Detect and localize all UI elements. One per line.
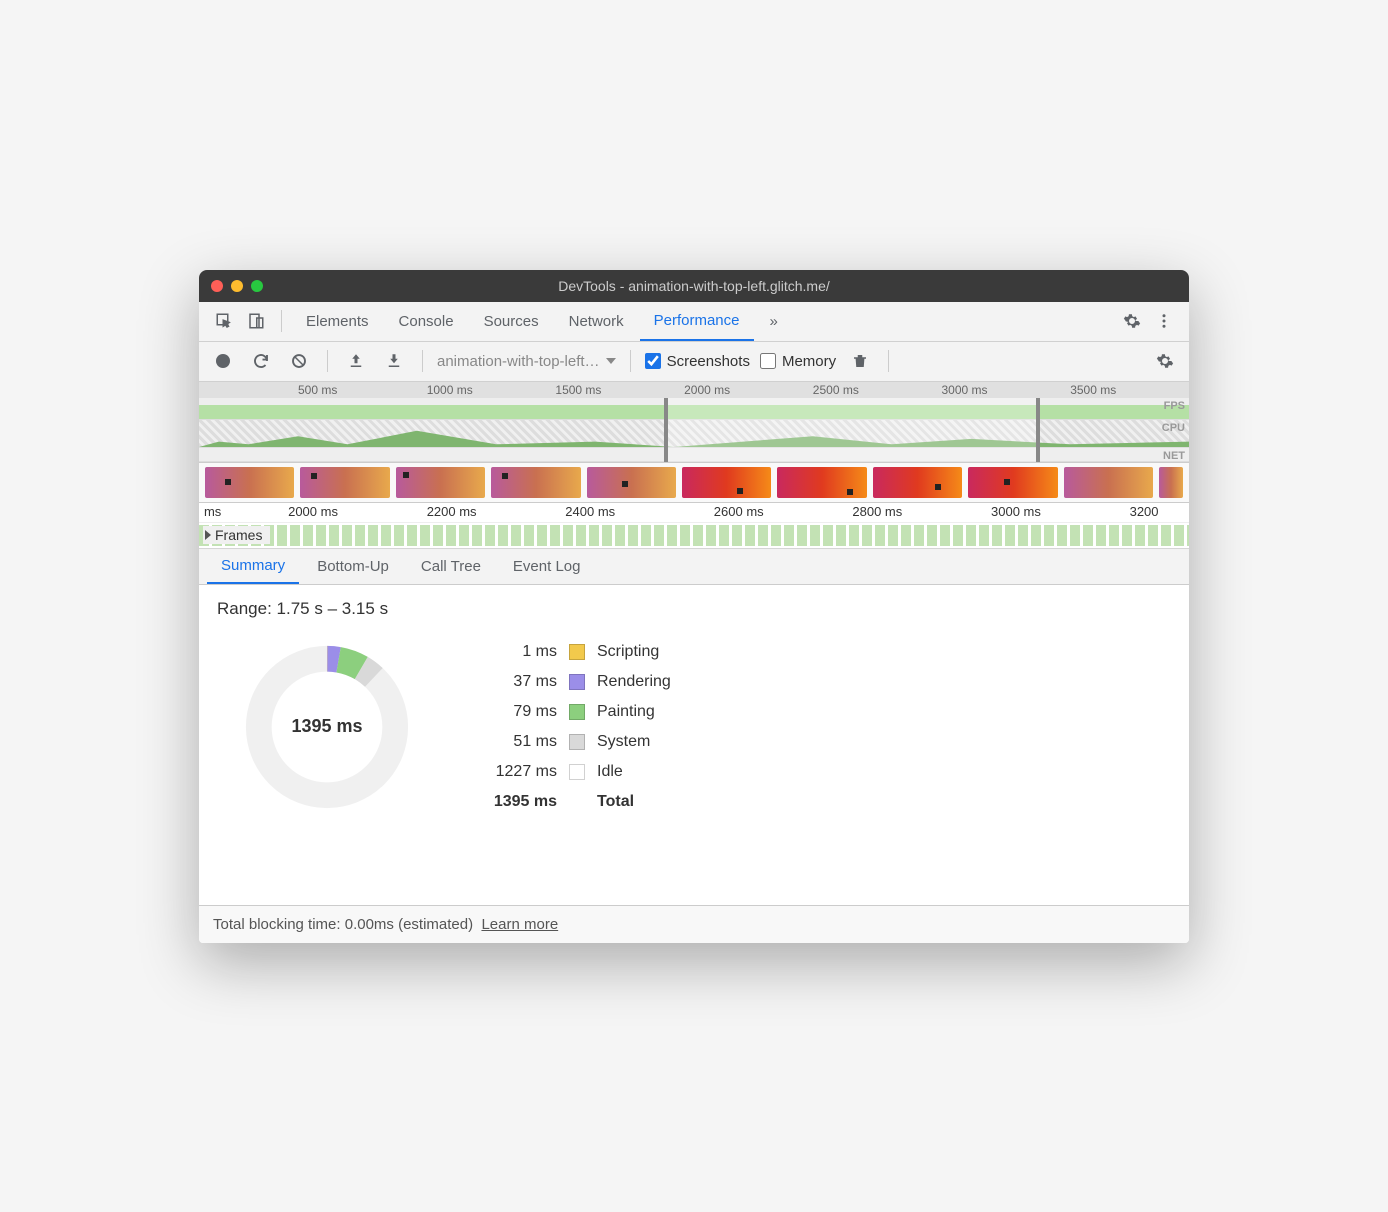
screenshot-thumb[interactable] bbox=[777, 467, 866, 498]
kebab-menu-icon[interactable] bbox=[1149, 306, 1179, 336]
subtab-eventlog[interactable]: Event Log bbox=[499, 548, 595, 584]
tab-elements[interactable]: Elements bbox=[292, 301, 383, 341]
screenshot-thumb[interactable] bbox=[300, 467, 389, 498]
tab-sources[interactable]: Sources bbox=[470, 301, 553, 341]
maximize-icon[interactable] bbox=[251, 280, 263, 292]
summary-pane: Range: 1.75 s – 3.15 s 1395 ms 1 msScrip… bbox=[199, 585, 1189, 905]
frames-track[interactable]: Frames bbox=[199, 523, 1189, 549]
screenshot-thumb[interactable] bbox=[491, 467, 580, 498]
tab-network[interactable]: Network bbox=[555, 301, 638, 341]
donut-center-label: 1395 ms bbox=[237, 637, 417, 817]
reload-button[interactable] bbox=[247, 347, 275, 375]
load-profile-button[interactable] bbox=[342, 347, 370, 375]
legend-total: 1395 msTotal bbox=[477, 787, 671, 817]
footer: Total blocking time: 0.00ms (estimated) … bbox=[199, 905, 1189, 943]
subtab-calltree[interactable]: Call Tree bbox=[407, 548, 495, 584]
legend-row: 51 msSystem bbox=[477, 727, 671, 757]
tab-performance[interactable]: Performance bbox=[640, 301, 754, 341]
recording-selector[interactable]: animation-with-top-left… bbox=[437, 353, 616, 370]
record-button[interactable] bbox=[209, 347, 237, 375]
screenshot-thumb[interactable] bbox=[682, 467, 771, 498]
capture-settings-icon[interactable] bbox=[1151, 347, 1179, 375]
window-title: DevTools - animation-with-top-left.glitc… bbox=[558, 278, 830, 294]
subtab-bottomup[interactable]: Bottom-Up bbox=[303, 548, 403, 584]
gc-button[interactable] bbox=[846, 347, 874, 375]
flame-time-ruler: ms 2000 ms 2200 ms 2400 ms 2600 ms 2800 … bbox=[199, 503, 1189, 523]
tab-console[interactable]: Console bbox=[385, 301, 468, 341]
legend-row: 37 msRendering bbox=[477, 667, 671, 697]
blocking-time-text: Total blocking time: 0.00ms (estimated) bbox=[213, 916, 473, 933]
save-profile-button[interactable] bbox=[380, 347, 408, 375]
range-text: Range: 1.75 s – 3.15 s bbox=[217, 599, 1171, 619]
performance-toolbar: animation-with-top-left… Screenshots Mem… bbox=[199, 342, 1189, 382]
overview-time-ruler: 500 ms 1000 ms 1500 ms 2000 ms 2500 ms 3… bbox=[199, 382, 1189, 398]
filmstrip[interactable] bbox=[199, 463, 1189, 503]
screenshot-thumb[interactable] bbox=[205, 467, 294, 498]
screenshots-checkbox-input[interactable] bbox=[645, 353, 661, 369]
settings-gear-icon[interactable] bbox=[1117, 306, 1147, 336]
titlebar[interactable]: DevTools - animation-with-top-left.glitc… bbox=[199, 270, 1189, 302]
screenshot-thumb[interactable] bbox=[1159, 467, 1183, 498]
screenshot-thumb[interactable] bbox=[587, 467, 676, 498]
subtab-summary[interactable]: Summary bbox=[207, 548, 299, 584]
summary-legend: 1 msScripting37 msRendering79 msPainting… bbox=[477, 637, 671, 817]
legend-row: 1 msScripting bbox=[477, 637, 671, 667]
recording-name: animation-with-top-left… bbox=[437, 353, 600, 370]
device-toggle-icon[interactable] bbox=[241, 306, 271, 336]
screenshot-thumb[interactable] bbox=[1064, 467, 1153, 498]
traffic-lights bbox=[211, 280, 263, 292]
overview-selection[interactable] bbox=[664, 398, 1040, 462]
tab-more[interactable]: » bbox=[756, 301, 792, 341]
screenshots-checkbox[interactable]: Screenshots bbox=[645, 353, 750, 370]
devtools-window: DevTools - animation-with-top-left.glitc… bbox=[199, 270, 1189, 943]
screenshot-thumb[interactable] bbox=[396, 467, 485, 498]
legend-row: 1227 msIdle bbox=[477, 757, 671, 787]
overview-pane[interactable]: 500 ms 1000 ms 1500 ms 2000 ms 2500 ms 3… bbox=[199, 382, 1189, 463]
minimize-icon[interactable] bbox=[231, 280, 243, 292]
close-icon[interactable] bbox=[211, 280, 223, 292]
clear-button[interactable] bbox=[285, 347, 313, 375]
summary-donut-chart: 1395 ms bbox=[237, 637, 417, 817]
inspect-icon[interactable] bbox=[209, 306, 239, 336]
details-tabs: Summary Bottom-Up Call Tree Event Log bbox=[199, 549, 1189, 585]
screenshot-thumb[interactable] bbox=[873, 467, 962, 498]
memory-checkbox[interactable]: Memory bbox=[760, 353, 836, 370]
dropdown-icon bbox=[606, 358, 616, 364]
screenshot-thumb[interactable] bbox=[968, 467, 1057, 498]
legend-row: 79 msPainting bbox=[477, 697, 671, 727]
memory-checkbox-input[interactable] bbox=[760, 353, 776, 369]
main-tabs: Elements Console Sources Network Perform… bbox=[199, 302, 1189, 342]
expand-icon[interactable] bbox=[205, 530, 211, 540]
learn-more-link[interactable]: Learn more bbox=[481, 916, 558, 933]
